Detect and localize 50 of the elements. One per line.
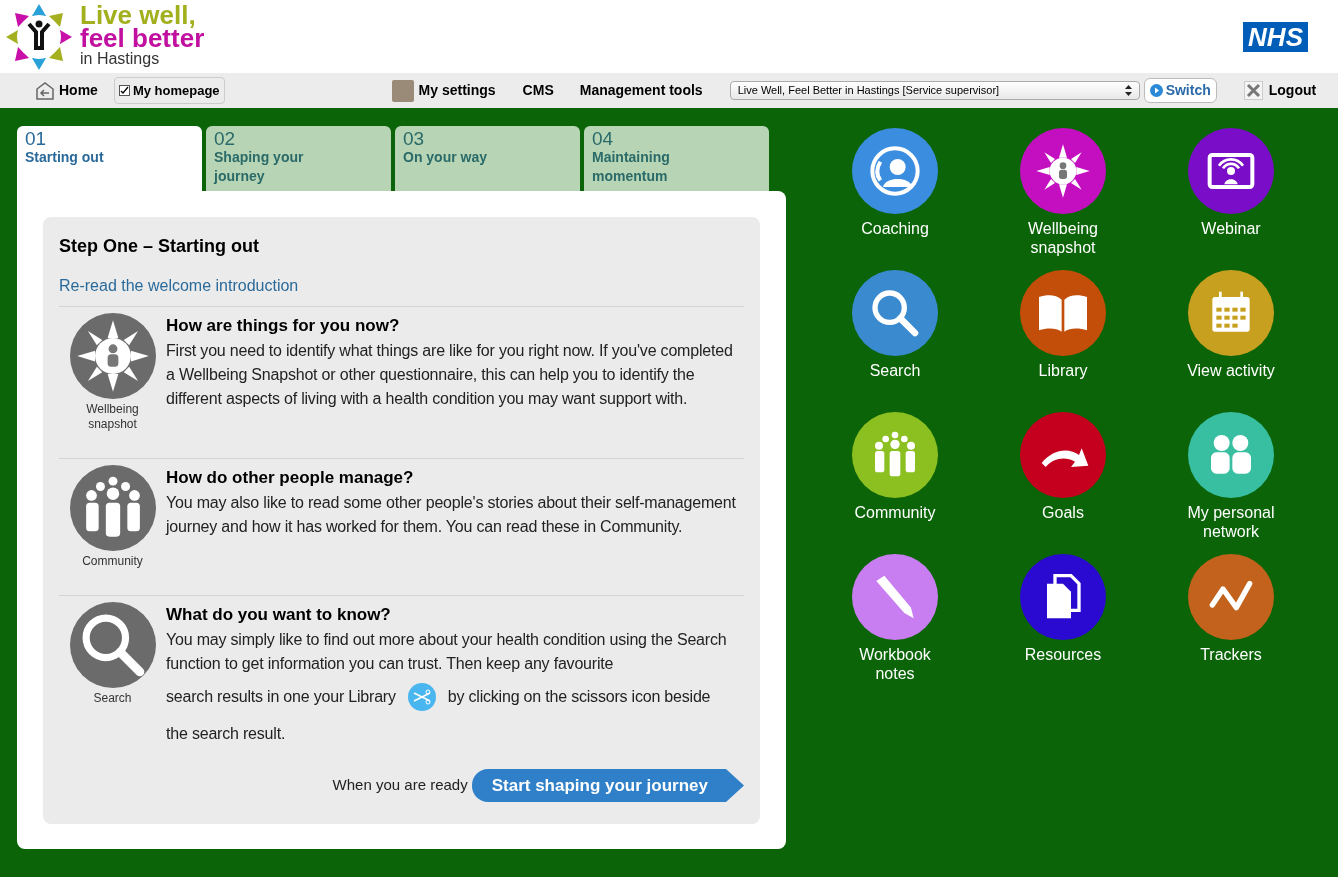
cms-link[interactable]: CMS	[522, 80, 554, 101]
my-homepage-button[interactable]: My homepage	[113, 77, 225, 104]
icon-caption: Wellbeing snapshot	[85, 402, 140, 432]
section-text: You may also like to read some other people's stories about their self-management journey and how it has worked for them. You can read these in Community.	[166, 493, 737, 537]
welcome-link[interactable]: Re-read the welcome introduction	[59, 274, 299, 298]
start-shaping-button[interactable]: Start shaping your journey	[471, 769, 744, 802]
play-icon	[1149, 84, 1163, 97]
home-link[interactable]: Home	[35, 80, 98, 101]
section-text: First you need to identify what things are like for you right now. If you've completed a Wellbeing Snapshot or other questionnaire, this can help you to identify the different aspects of living with a health condition you may want support with.	[166, 341, 734, 409]
logo-title: Live well,	[80, 3, 196, 27]
section-text: by clicking on the scissors icon beside	[447, 687, 711, 707]
close-icon	[1243, 81, 1263, 100]
scissors-icon	[407, 683, 436, 711]
tile-link[interactable]: Wellbeing snapshot	[979, 128, 1147, 270]
management-tools-link[interactable]: Management tools	[579, 80, 703, 101]
nhs-logo: NHS	[1243, 21, 1308, 52]
my-settings-link[interactable]: My settings	[418, 80, 496, 101]
role-select[interactable]: Live Well, Feel Better in Hastings [Service supervisor]	[729, 81, 1140, 100]
icon-caption: Search	[92, 691, 133, 706]
checkbox[interactable]	[118, 85, 130, 96]
step-tab[interactable]: 04 Maintaining momentum	[584, 126, 769, 191]
tile-link[interactable]: Community	[811, 412, 979, 554]
switch-button[interactable]: Switch	[1143, 78, 1217, 103]
section-text: the search result.	[166, 724, 286, 744]
tile-link[interactable]: Goals	[979, 412, 1147, 554]
section-heading: How do other people manage?	[166, 467, 415, 489]
section-heading: How are things for you now?	[166, 315, 401, 337]
tile-link[interactable]: View activity	[1147, 270, 1315, 412]
tile-link[interactable]: Coaching	[811, 128, 979, 270]
tile-link[interactable]: Library	[979, 270, 1147, 412]
home-icon	[35, 80, 55, 101]
ready-text: When you are ready	[332, 775, 468, 796]
tile-link[interactable]: Webinar	[1147, 128, 1315, 270]
avatar	[391, 79, 414, 102]
tile-link[interactable]: My personal network	[1147, 412, 1315, 554]
logo-subtitle: in Hastings	[80, 49, 161, 68]
section-heading: What do you want to know?	[166, 604, 392, 626]
tile-link[interactable]: Resources	[979, 554, 1147, 696]
tile-link[interactable]: Search	[811, 270, 979, 412]
step-tab[interactable]: 03 On your way	[395, 126, 580, 191]
step-tab[interactable]: 02 Shaping your journey	[206, 126, 391, 191]
dropdown-arrows-icon	[1124, 85, 1132, 96]
tile-link[interactable]: Trackers	[1147, 554, 1315, 696]
section-text: search results in one your Library	[166, 687, 396, 707]
step-title: Step One – Starting out	[59, 235, 260, 258]
section-text: You may simply like to find out more about your health condition using the Search function to get information you can trust. Then keep any favourite	[166, 630, 728, 674]
logout-link[interactable]: Logout	[1243, 80, 1317, 101]
step-tab[interactable]: 01 Starting out	[17, 126, 202, 191]
icon-caption: Community	[81, 554, 144, 569]
tile-link[interactable]: Workbook notes	[811, 554, 979, 696]
